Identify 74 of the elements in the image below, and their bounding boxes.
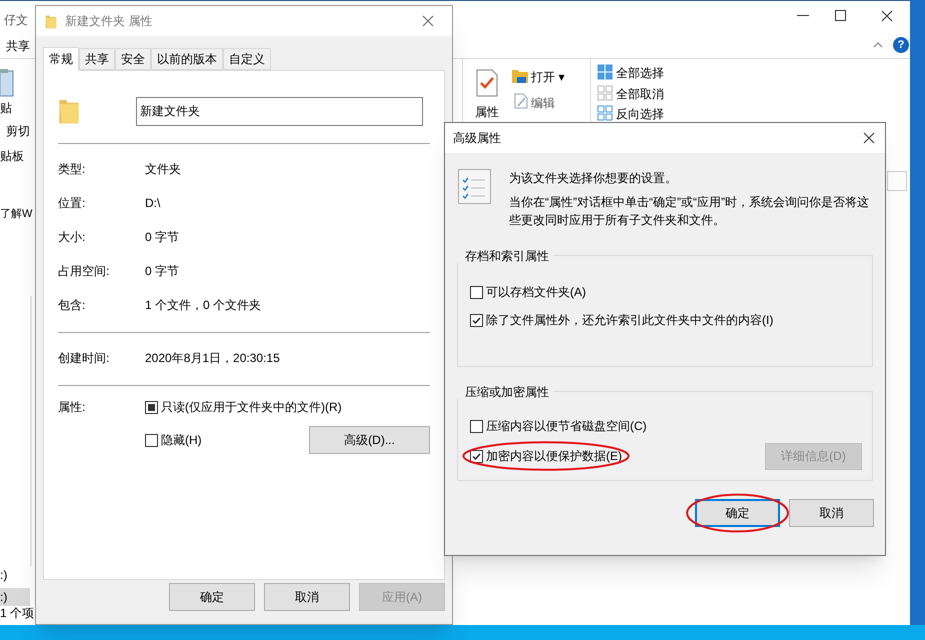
window-title: 仔文 — [4, 12, 28, 29]
grid-select-icon — [597, 105, 613, 121]
maximize-icon — [835, 10, 847, 22]
folder-icon — [512, 69, 528, 83]
help-link[interactable]: 了解W — [0, 206, 32, 222]
field-label: 创建时间: — [58, 350, 110, 367]
ribbon-button-label[interactable]: 剪切 — [6, 122, 30, 140]
close-icon — [863, 132, 875, 144]
tab[interactable]: 共享 — [79, 48, 115, 70]
navigation-item[interactable]: :) — [0, 566, 30, 584]
checkbox[interactable] — [470, 450, 483, 462]
ribbon-button-label[interactable]: 贴 — [0, 99, 12, 117]
checkbox-label: 可以存档文件夹(A) — [486, 284, 586, 301]
collapse-ribbon-icon[interactable] — [873, 42, 883, 48]
tab[interactable]: 常规 — [43, 47, 79, 71]
field-value: 2020年8月1日，20:30:15 — [145, 350, 280, 367]
search-field[interactable] — [887, 171, 907, 191]
field-label: 大小: — [58, 229, 86, 246]
clipboard-icon — [0, 67, 14, 97]
status-bar-text: 1 个项 — [0, 605, 34, 622]
field-value: 1 个文件，0 个文件夹 — [145, 297, 262, 314]
field-label: 占用空间: — [58, 263, 110, 280]
folder-icon — [45, 14, 57, 28]
tab[interactable]: 安全 — [115, 48, 151, 70]
field-label: 属性: — [58, 399, 86, 416]
field-value: 文件夹 — [145, 161, 181, 178]
close-icon — [881, 10, 893, 22]
field-value: 0 字节 — [145, 229, 180, 246]
field-value: 0 字节 — [145, 263, 180, 280]
tab[interactable]: 自定义 — [223, 48, 271, 70]
checkbox[interactable] — [470, 314, 483, 326]
ribbon-button[interactable]: 打开 ▾ — [531, 68, 564, 86]
field-label: 类型: — [58, 161, 86, 178]
window-title: 高级属性 — [453, 130, 502, 147]
checkbox[interactable] — [145, 434, 158, 446]
description-text: 为该文件夹选择你想要的设置。 — [509, 170, 678, 187]
grid-select-icon — [597, 64, 613, 80]
ribbon-button-label[interactable]: 贴板 — [0, 147, 24, 165]
window-title: 新建文件夹 属性 — [65, 13, 154, 30]
checkbox[interactable] — [470, 286, 483, 298]
checkbox[interactable] — [145, 400, 158, 414]
properties-check-icon — [476, 69, 498, 97]
group-title: 压缩或加密属性 — [457, 385, 553, 399]
ribbon-button[interactable]: 属性 — [475, 103, 499, 121]
minimize-icon — [797, 15, 809, 17]
edit-document-icon — [514, 93, 528, 109]
ribbon-button[interactable]: 全部选择 — [616, 64, 664, 82]
ribbon-button[interactable]: 编辑 — [531, 94, 555, 112]
checkbox[interactable] — [470, 420, 483, 432]
close-icon — [422, 15, 434, 27]
checklist-icon — [458, 169, 491, 204]
field-label: 包含: — [58, 297, 86, 314]
ribbon-tab[interactable]: 共享 — [6, 37, 30, 55]
description-text: 当你在“属性”对话框中单击“确定”或“应用”时，系统会询问你是否将这些更改同时应用于所有子文件夹和文件。 — [509, 194, 870, 229]
checkbox-label: 除了文件属性外，还允许索引此文件夹中文件的内容(I) — [486, 312, 774, 329]
navigation-item[interactable]: :) — [0, 588, 30, 606]
help-button[interactable]: ? — [893, 37, 909, 53]
dialog-button[interactable]: 取消 — [789, 499, 874, 527]
ribbon-button[interactable]: 全部取消 — [616, 85, 664, 103]
tab[interactable]: 以前的版本 — [151, 48, 223, 70]
checkbox-label: 加密内容以便保护数据(E) — [486, 448, 622, 465]
name-field[interactable]: 新建文件夹 — [136, 96, 423, 126]
dialog-button[interactable]: 取消 — [264, 583, 350, 611]
group-title: 存档和索引属性 — [457, 249, 553, 263]
checkbox-label: 压缩内容以便节省磁盘空间(C) — [486, 418, 647, 435]
advanced-button[interactable]: 高级(D)... — [309, 426, 430, 454]
checkbox-label: 只读(仅应用于文件夹中的文件)(R) — [161, 399, 342, 416]
field-label: 位置: — [58, 195, 86, 212]
dialog-button[interactable]: 确定 — [695, 499, 780, 527]
ribbon-button[interactable]: 反向选择 — [616, 105, 664, 123]
dialog-button[interactable]: 确定 — [169, 583, 255, 611]
grid-select-icon — [597, 85, 613, 101]
checkbox-label: 隐藏(H) — [161, 432, 202, 449]
field-value: D:\ — [145, 195, 160, 212]
